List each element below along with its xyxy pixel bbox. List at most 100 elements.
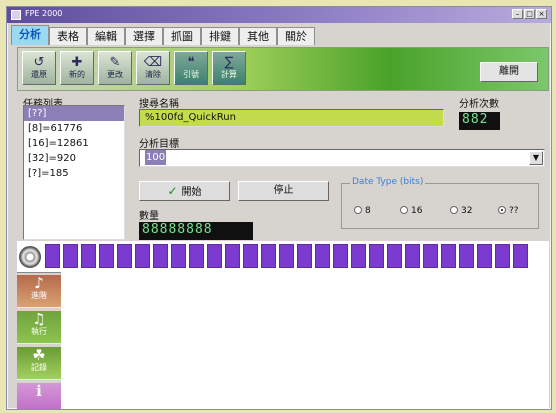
main-tabs: 分析 表格 編輯 選擇 抓圖 排鍵 其他 關於 bbox=[11, 25, 315, 45]
exit-button[interactable]: 離開 bbox=[480, 62, 538, 82]
slot-cell[interactable] bbox=[63, 244, 78, 268]
app-icon bbox=[11, 10, 21, 20]
slot-cell[interactable] bbox=[189, 244, 204, 268]
slot-strip bbox=[17, 241, 549, 273]
slot-cell[interactable] bbox=[351, 244, 366, 268]
quantity-label: 數量 bbox=[139, 211, 159, 222]
left-sidebar: ♪ 進階 ♫ 執行 ☘ 記錄 ℹ bbox=[17, 272, 61, 409]
count-label: 分析次數 bbox=[459, 99, 499, 110]
slot-cell[interactable] bbox=[441, 244, 456, 268]
slot-cell[interactable] bbox=[261, 244, 276, 268]
slot-cell[interactable] bbox=[225, 244, 240, 268]
sidebar-run-button[interactable]: ♫ 執行 bbox=[17, 311, 61, 344]
sidebar-info-button[interactable]: ℹ bbox=[17, 382, 61, 409]
tab-table[interactable]: 表格 bbox=[49, 27, 87, 45]
window-controls: – □ × bbox=[512, 9, 547, 19]
output-area bbox=[61, 272, 549, 409]
title-bar: FPE 2000 – □ × bbox=[7, 7, 551, 23]
list-item[interactable]: [16]=12861 bbox=[24, 136, 124, 151]
slot-cell[interactable] bbox=[477, 244, 492, 268]
radio-dot bbox=[450, 206, 458, 214]
slot-cell[interactable] bbox=[315, 244, 330, 268]
data-type-title: Date Type (bits) bbox=[350, 177, 426, 187]
sidebar-advanced-button[interactable]: ♪ 進階 bbox=[17, 275, 61, 308]
tab-analysis[interactable]: 分析 bbox=[11, 25, 49, 45]
target-label: 分析目標 bbox=[139, 139, 179, 150]
log-icon: ☘ bbox=[32, 346, 46, 364]
slot-cell[interactable] bbox=[117, 244, 132, 268]
sidebar-log-button[interactable]: ☘ 記錄 bbox=[17, 347, 61, 380]
slot-cell[interactable] bbox=[243, 244, 258, 268]
app-window: FPE 2000 – □ × 分析 表格 編輯 選擇 抓圖 排鍵 其他 關於 ↺… bbox=[6, 6, 552, 410]
slot-cell[interactable] bbox=[405, 244, 420, 268]
slot-cell[interactable] bbox=[153, 244, 168, 268]
slot-cell[interactable] bbox=[513, 244, 528, 268]
toolbar: ↺ 還原 ✚ 新的 ✎ 更改 ⌫ 清除 ❝ 引號 ∑ 計算 離開 bbox=[17, 47, 549, 91]
run-icon: ♫ bbox=[32, 310, 46, 328]
tab-select[interactable]: 選擇 bbox=[125, 27, 163, 45]
radio-dot bbox=[354, 206, 362, 214]
stop-button[interactable]: 停止 bbox=[238, 181, 329, 201]
quantity-display: 88888888 bbox=[139, 222, 253, 240]
close-button[interactable]: × bbox=[536, 9, 547, 19]
tab-keys[interactable]: 排鍵 bbox=[201, 27, 239, 45]
slot-cell[interactable] bbox=[207, 244, 222, 268]
target-value: 100 bbox=[145, 150, 167, 165]
minimize-button[interactable]: – bbox=[512, 9, 523, 19]
clear-icon: ⌫ bbox=[143, 55, 163, 70]
slot-cell[interactable] bbox=[369, 244, 384, 268]
slot-cell[interactable] bbox=[333, 244, 348, 268]
calculate-button[interactable]: ∑ 計算 bbox=[212, 51, 246, 85]
clear-button[interactable]: ⌫ 清除 bbox=[136, 51, 170, 85]
data-type-group: Date Type (bits) 8 16 32 ?? bbox=[341, 177, 539, 229]
info-icon: ℹ bbox=[36, 382, 42, 400]
maximize-button[interactable]: □ bbox=[524, 9, 535, 19]
tab-about[interactable]: 關於 bbox=[277, 27, 315, 45]
slot-cell[interactable] bbox=[171, 244, 186, 268]
analysis-target-combo[interactable]: 100 ▼ bbox=[139, 149, 545, 167]
search-name-input[interactable]: %100fd_QuickRun bbox=[139, 109, 444, 127]
data-type-radio-8[interactable]: 8 bbox=[354, 206, 371, 216]
slot-cell[interactable] bbox=[81, 244, 96, 268]
slot-cell[interactable] bbox=[279, 244, 294, 268]
window-title: FPE 2000 bbox=[25, 9, 63, 18]
task-list[interactable]: [??] [8]=61776 [16]=12861 [32]=920 [?]=1… bbox=[23, 105, 125, 240]
new-button[interactable]: ✚ 新的 bbox=[60, 51, 94, 85]
tab-edit[interactable]: 編輯 bbox=[87, 27, 125, 45]
list-item[interactable]: [8]=61776 bbox=[24, 121, 124, 136]
radio-dot bbox=[400, 206, 408, 214]
chevron-down-icon[interactable]: ▼ bbox=[529, 151, 543, 165]
tab-other[interactable]: 其他 bbox=[239, 27, 277, 45]
tab-capture[interactable]: 抓圖 bbox=[163, 27, 201, 45]
data-type-radio-other[interactable]: ?? bbox=[498, 206, 519, 216]
list-item[interactable]: [32]=920 bbox=[24, 151, 124, 166]
restore-button[interactable]: ↺ 還原 bbox=[22, 51, 56, 85]
slot-cell[interactable] bbox=[387, 244, 402, 268]
list-item[interactable]: [?]=185 bbox=[24, 166, 124, 181]
restore-icon: ↺ bbox=[33, 55, 45, 70]
slot-cell[interactable] bbox=[297, 244, 312, 268]
slot-cells bbox=[45, 244, 528, 268]
quote-button[interactable]: ❝ 引號 bbox=[174, 51, 208, 85]
radio-dot-selected bbox=[498, 206, 506, 214]
search-label: 搜尋名稱 bbox=[139, 99, 179, 110]
advanced-icon: ♪ bbox=[34, 274, 44, 292]
change-icon: ✎ bbox=[109, 55, 121, 70]
data-type-radio-32[interactable]: 32 bbox=[450, 206, 472, 216]
check-icon: ✓ bbox=[167, 184, 178, 198]
slot-cell[interactable] bbox=[459, 244, 474, 268]
slot-cell[interactable] bbox=[99, 244, 114, 268]
start-button[interactable]: ✓ 開始 bbox=[139, 181, 230, 201]
list-item[interactable]: [??] bbox=[24, 106, 124, 121]
slot-cell[interactable] bbox=[135, 244, 150, 268]
slot-cell[interactable] bbox=[495, 244, 510, 268]
slot-cell[interactable] bbox=[423, 244, 438, 268]
calculate-icon: ∑ bbox=[224, 55, 234, 70]
disk-icon bbox=[19, 246, 41, 268]
slot-cell[interactable] bbox=[45, 244, 60, 268]
data-type-radio-16[interactable]: 16 bbox=[400, 206, 422, 216]
analysis-count-display: 882 bbox=[459, 112, 500, 130]
new-icon: ✚ bbox=[71, 55, 83, 70]
analysis-panel: 任務列表 [??] [8]=61776 [16]=12861 [32]=920 … bbox=[23, 95, 545, 240]
change-button[interactable]: ✎ 更改 bbox=[98, 51, 132, 85]
